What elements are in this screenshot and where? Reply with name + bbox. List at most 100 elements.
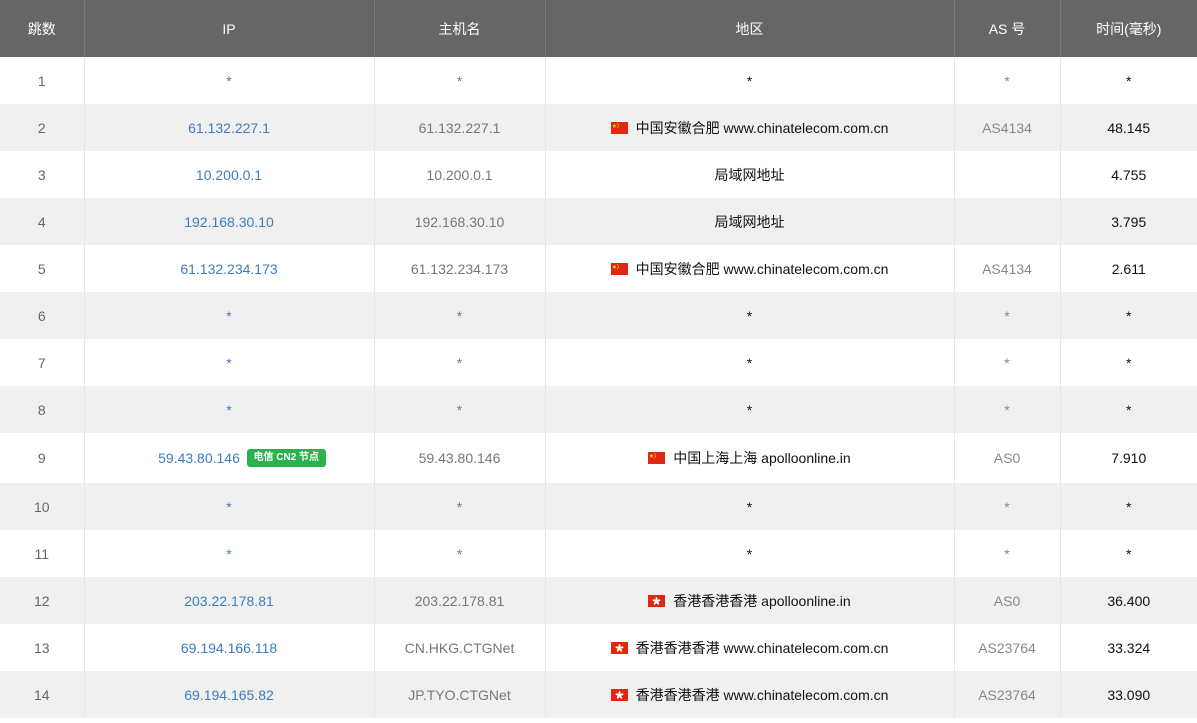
ip-link[interactable]: 192.168.30.10 <box>184 214 274 230</box>
table-body: 1 * * * * * 2 61.132.227.1 61.132.227.1 中国安徽合肥 ww… <box>0 57 1197 718</box>
region-cell: * <box>545 339 955 386</box>
ip-cell: * <box>84 386 375 433</box>
hong-kong-flag-icon <box>648 594 666 607</box>
latency-cell: 33.090 <box>1060 671 1197 718</box>
ip-link[interactable]: * <box>226 546 231 562</box>
hostname-cell: * <box>374 483 546 530</box>
hop-cell: 3 <box>0 151 85 198</box>
header-as: AS 号 <box>954 0 1061 57</box>
region-cell: 中国安徽合肥 www.chinatelecom.com.cn <box>545 245 955 292</box>
as-number-cell <box>954 151 1061 198</box>
ip-cell: * <box>84 530 375 577</box>
ip-cell: 59.43.80.146 电信 CN2 节点 <box>84 433 375 483</box>
ip-cell: 61.132.234.173 <box>84 245 375 292</box>
table-row: 6 * * * * * <box>0 292 1197 339</box>
region-cell: 局域网地址 <box>545 151 955 198</box>
header-time: 时间(毫秒) <box>1060 0 1197 57</box>
table-row: 8 * * * * * <box>0 386 1197 433</box>
region-cell: * <box>545 483 955 530</box>
region-cell: 香港香港香港 www.chinatelecom.com.cn <box>545 671 955 718</box>
ip-link[interactable]: 69.194.165.82 <box>184 687 274 703</box>
ip-cell: 192.168.30.10 <box>84 198 375 245</box>
ip-link[interactable]: * <box>226 73 231 89</box>
ip-cell: 69.194.165.82 <box>84 671 375 718</box>
hostname-cell: 61.132.234.173 <box>374 245 546 292</box>
ip-link[interactable]: 61.132.234.173 <box>180 261 277 277</box>
region-text: * <box>746 354 753 371</box>
header-region: 地区 <box>545 0 955 57</box>
as-number-cell: * <box>954 530 1061 577</box>
hostname-cell: * <box>374 292 546 339</box>
header-row: 跳数 IP 主机名 地区 AS 号 时间(毫秒) <box>0 0 1197 57</box>
table-row: 10 * * * * * <box>0 483 1197 530</box>
latency-cell: 2.611 <box>1111 260 1146 277</box>
hop-cell: 6 <box>0 292 85 339</box>
latency-cell: * <box>1060 483 1197 530</box>
hostname-cell: 61.132.227.1 <box>374 104 546 151</box>
as-number-cell <box>954 198 1061 245</box>
region-cell: 中国安徽合肥 www.chinatelecom.com.cn <box>545 104 955 151</box>
latency-cell: * <box>1060 386 1197 433</box>
table-row: 14 69.194.165.82 JP.TYO.CTGNet 香港香港香港 www.c… <box>0 671 1197 718</box>
ip-cell: * <box>84 57 375 104</box>
region-text: * <box>746 72 753 89</box>
china-flag-icon <box>648 452 666 464</box>
hop-cell: 1 <box>0 57 85 104</box>
region-cell: 局域网地址 <box>545 198 955 245</box>
table-row: 12 203.22.178.81 203.22.178.81 香港香港香港 apoll… <box>0 577 1197 624</box>
latency-cell: 36.400 <box>1060 577 1197 624</box>
as-number-cell: AS23764 <box>954 624 1061 671</box>
table-row: 9 59.43.80.146 电信 CN2 节点 59.43.80.146 中国上海上海… <box>0 433 1197 483</box>
region-cell: * <box>545 292 955 339</box>
hop-cell: 8 <box>0 386 85 433</box>
ip-link[interactable]: 203.22.178.81 <box>184 593 274 609</box>
region-cell: 中国上海上海 apolloonline.in <box>545 433 955 483</box>
ip-link[interactable]: * <box>226 355 231 371</box>
ip-cell: 203.22.178.81 <box>84 577 375 624</box>
region-text: 局域网地址 <box>714 166 785 183</box>
ip-link[interactable]: 61.132.227.1 <box>188 120 270 136</box>
hostname-cell: 203.22.178.81 <box>374 577 546 624</box>
latency-cell: * <box>1060 292 1197 339</box>
region-text: 中国安徽合肥 www.chinatelecom.com.cn <box>635 260 889 277</box>
china-flag-icon <box>610 121 628 134</box>
table-row: 3 10.200.0.1 10.200.0.1 局域网地址 4.755 <box>0 151 1197 198</box>
ip-link[interactable]: * <box>226 499 231 515</box>
region-text: * <box>746 307 753 324</box>
region-cell: * <box>545 386 955 433</box>
hostname-cell: * <box>374 386 546 433</box>
as-number-cell: * <box>954 339 1061 386</box>
region-text: 香港香港香港 www.chinatelecom.com.cn <box>635 639 889 656</box>
ip-link[interactable]: * <box>226 308 231 324</box>
ip-link[interactable]: * <box>226 402 231 418</box>
region-text: 中国安徽合肥 www.chinatelecom.com.cn <box>635 119 889 136</box>
ip-cell: * <box>84 483 375 530</box>
header-hop: 跳数 <box>0 0 85 57</box>
region-text: 香港香港香港 www.chinatelecom.com.cn <box>635 686 889 703</box>
as-number-cell: * <box>954 292 1061 339</box>
ip-cell: 69.194.166.118 <box>84 624 375 671</box>
latency-cell: * <box>1126 545 1132 562</box>
cn2-node-badge: 电信 CN2 节点 <box>246 449 327 467</box>
hop-cell: 10 <box>0 483 85 530</box>
latency-cell: 4.755 <box>1111 166 1147 183</box>
ip-cell: * <box>84 292 375 339</box>
ip-link[interactable]: 69.194.166.118 <box>181 640 277 656</box>
hong-kong-flag-icon <box>610 688 628 701</box>
latency-cell: 48.145 <box>1060 104 1197 151</box>
ip-cell: 10.200.0.1 <box>84 151 375 198</box>
as-number-cell: AS0 <box>954 433 1061 483</box>
ip-link[interactable]: 10.200.0.1 <box>196 167 262 183</box>
table-header: 跳数 IP 主机名 地区 AS 号 时间(毫秒) <box>0 0 1197 57</box>
hop-cell: 13 <box>0 624 85 671</box>
hop-cell: 4 <box>0 198 85 245</box>
ip-link[interactable]: 59.43.80.146 <box>158 450 240 466</box>
hop-cell: 9 <box>0 433 85 483</box>
ip-cell: * <box>84 339 375 386</box>
latency-cell: 7.910 <box>1111 450 1147 466</box>
region-text: * <box>746 401 753 418</box>
as-number-cell: * <box>954 386 1061 433</box>
hostname-cell: * <box>374 57 546 104</box>
region-cell: 香港香港香港 www.chinatelecom.com.cn <box>545 624 955 671</box>
as-number-cell: AS4134 <box>954 104 1061 151</box>
